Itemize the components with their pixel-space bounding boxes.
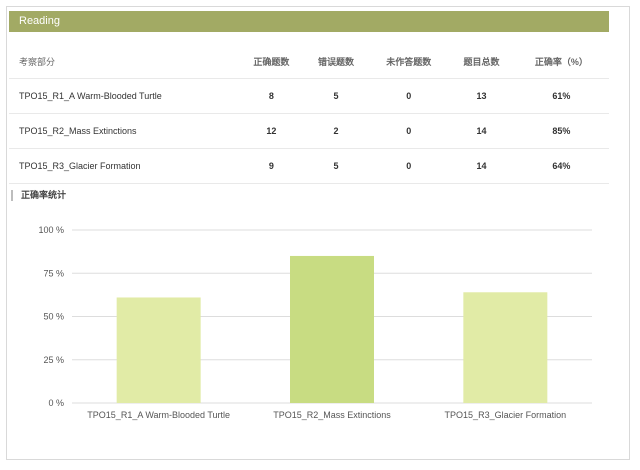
score-table: 考察部分 正确题数 错误题数 未作答题数 题目总数 正确率（%） TPO15_R… <box>9 44 609 184</box>
bar <box>116 297 201 403</box>
chart-title: 正确率统计 <box>11 190 66 201</box>
row-wrong: 5 <box>303 148 369 184</box>
row-unanswered: 0 <box>368 113 450 149</box>
header-wrong: 错误题数 <box>303 44 369 79</box>
y-tick-label: 100 % <box>38 225 64 235</box>
row-wrong: 2 <box>303 113 369 149</box>
y-tick-label: 50 % <box>43 312 64 322</box>
row-total: 14 <box>449 148 514 184</box>
row-wrong: 5 <box>303 78 369 114</box>
row-unanswered: 0 <box>368 78 450 114</box>
row-accuracy: 85% <box>513 113 609 149</box>
x-category-label: TPO15_R3_Glacier Formation <box>445 410 567 420</box>
bar <box>290 255 374 403</box>
table-row: TPO15_R1_A Warm-Blooded Turtle 8 5 0 13 … <box>9 78 609 114</box>
row-total: 13 <box>449 78 514 114</box>
bar <box>463 292 548 403</box>
header-accuracy: 正确率（%） <box>513 44 609 79</box>
header-unanswered: 未作答题数 <box>368 44 450 79</box>
header-total: 题目总数 <box>449 44 514 79</box>
row-correct: 8 <box>239 78 304 114</box>
table-row: TPO15_R3_Glacier Formation 9 5 0 14 64% <box>9 148 609 184</box>
row-accuracy: 61% <box>513 78 609 114</box>
table-header-row: 考察部分 正确题数 错误题数 未作答题数 题目总数 正确率（%） <box>9 44 609 79</box>
row-section: TPO15_R3_Glacier Formation <box>9 148 239 184</box>
y-tick-label: 25 % <box>43 355 64 365</box>
section-header: Reading <box>9 11 609 32</box>
row-correct: 12 <box>239 113 304 149</box>
row-section: TPO15_R1_A Warm-Blooded Turtle <box>9 78 239 114</box>
row-total: 14 <box>449 113 514 149</box>
row-correct: 9 <box>239 148 304 184</box>
row-accuracy: 64% <box>513 148 609 184</box>
header-correct: 正确题数 <box>239 44 304 79</box>
row-unanswered: 0 <box>368 148 450 184</box>
y-tick-label: 75 % <box>43 268 64 278</box>
row-section: TPO15_R2_Mass Extinctions <box>9 113 239 149</box>
table-row: TPO15_R2_Mass Extinctions 12 2 0 14 85% <box>9 113 609 149</box>
x-category-label: TPO15_R1_A Warm-Blooded Turtle <box>87 410 230 420</box>
y-tick-label: 0 % <box>48 398 64 408</box>
accuracy-bar-chart: 0 % 25 % 50 % 75 % 100 % TPO15_R1_A Warm-Bloo… <box>38 225 592 420</box>
x-category-label: TPO15_R2_Mass Extinctions <box>273 410 391 420</box>
header-section: 考察部分 <box>9 44 239 79</box>
